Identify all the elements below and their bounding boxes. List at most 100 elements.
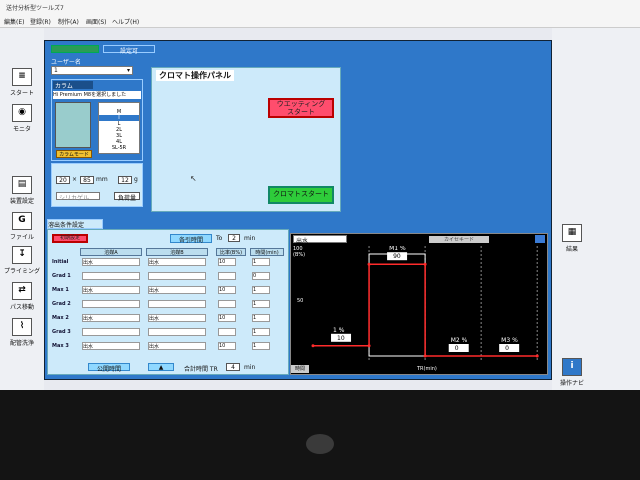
column-mode-button[interactable]: カラムモード <box>56 150 92 158</box>
operation-panel: クロマト操作パネル ウエッティング スタート クロマトスタート ↖ <box>151 67 341 212</box>
pipe-wash-label: 配管洗浄 <box>9 340 34 347</box>
priming-icon: ↧ <box>12 246 32 264</box>
right-toolbar: ▦ 結果 i 操作ナビ <box>552 28 640 390</box>
table-cell-a[interactable] <box>82 300 140 308</box>
public-time-button[interactable]: 公開時間 <box>88 363 130 373</box>
table-cell-ratio[interactable]: 10 <box>218 342 236 350</box>
weight-input[interactable]: 12 <box>118 176 132 184</box>
window-title: 送付分析型ツールズ7 <box>0 0 640 14</box>
table-cell-a[interactable]: 出水 <box>82 314 140 322</box>
table-cell-b[interactable] <box>148 272 206 280</box>
step-time-button[interactable]: 各引時間 <box>170 234 212 244</box>
priming-label: プライミング <box>4 268 41 275</box>
monitor-button[interactable]: ◉ モニタ <box>4 104 40 133</box>
chart-point <box>367 344 371 348</box>
conditions-panel: 初期設定 各引時間 To 2 min 溶媒A 溶媒B 比率(B%) 時間(min) In… <box>47 229 289 375</box>
table-cell-a[interactable] <box>82 328 140 336</box>
table-cell-time[interactable]: 1 <box>252 300 270 308</box>
chart-settings-icon[interactable] <box>535 235 545 243</box>
table-cell-ratio[interactable]: 10 <box>218 286 236 294</box>
chart-value: 0 <box>455 345 459 352</box>
result-icon: ▦ <box>562 224 582 242</box>
chart-xlabel: TR(min) <box>417 366 437 372</box>
info-icon: i <box>562 358 582 376</box>
table-cell-ratio[interactable] <box>218 300 236 308</box>
result-button[interactable]: ▦ 結果 <box>554 224 590 253</box>
column-dims-panel: 20 × 85 mm 12 g シリカゲル 負荷量 <box>51 163 143 207</box>
nav-button[interactable]: i 操作ナビ <box>554 358 590 387</box>
table-cell-a[interactable]: 出水 <box>82 258 140 266</box>
pipe-wash-icon: ⌇ <box>12 318 32 336</box>
table-row-label: Max 3 <box>52 343 69 349</box>
chart-point <box>423 354 427 358</box>
up-arrow-icon[interactable]: ▲ <box>148 363 174 371</box>
chart-legend-button[interactable]: カイセキード <box>429 236 489 243</box>
pipe-wash-button[interactable]: ⌇ 配管洗浄 <box>4 318 40 347</box>
user-value: 1 <box>54 67 58 74</box>
chart-solvent-select[interactable]: 出水 <box>293 235 347 245</box>
table-cell-b[interactable] <box>148 328 206 336</box>
table-cell-b[interactable]: 出水 <box>148 342 206 350</box>
chart-label: M3 % <box>501 337 518 344</box>
start-button[interactable]: ≡ スタート <box>4 68 40 97</box>
monitor-label: モニタ <box>12 126 31 133</box>
table-cell-time[interactable]: 1 <box>252 314 270 322</box>
device-settings-button[interactable]: ▤ 装置設定 <box>4 176 40 205</box>
column-size-list[interactable]: M I L 2L 3L 4L SL-5R <box>98 102 140 154</box>
wetting-start-button[interactable]: ウエッティング スタート <box>268 98 334 118</box>
chromato-start-button[interactable]: クロマトスタート <box>268 186 334 204</box>
initial-settings-button[interactable]: 初期設定 <box>52 234 88 243</box>
table-cell-ratio[interactable]: 10 <box>218 258 236 266</box>
table-cell-ratio[interactable] <box>218 272 236 280</box>
column-desc: Hi Premium M8を選択しました <box>53 91 141 99</box>
table-cell-b[interactable] <box>148 300 206 308</box>
table-cell-time[interactable]: 1 <box>252 342 270 350</box>
file-icon: G <box>12 212 32 230</box>
material-select[interactable]: シリカゲル <box>56 192 100 202</box>
menu-edit[interactable]: 編集(E) <box>4 17 24 26</box>
dim-times: × <box>72 176 78 183</box>
dim-unit: mm <box>96 176 108 183</box>
menu-bar: 編集(E) 登録(R) 制作(A) 画面(S) ヘルプ(H) <box>0 14 640 28</box>
menu-register[interactable]: 登録(R) <box>30 17 51 26</box>
user-select[interactable]: 1 ▾ <box>51 66 133 75</box>
list-item[interactable]: SL-5R <box>99 145 139 151</box>
table-cell-a[interactable]: 出水 <box>82 286 140 294</box>
chart-ytick-50: 50 <box>297 298 304 304</box>
device-settings-icon: ▤ <box>12 176 32 194</box>
load-button[interactable]: 負荷量 <box>114 192 140 202</box>
path-move-button[interactable]: ⇄ パス移動 <box>4 282 40 311</box>
table-cell-ratio[interactable]: 10 <box>218 314 236 322</box>
chart-point <box>535 354 539 358</box>
table-cell-b[interactable]: 出水 <box>148 286 206 294</box>
tab-settings[interactable]: 設定可 <box>103 45 155 55</box>
to-input[interactable]: 2 <box>228 234 240 242</box>
dim1-input[interactable]: 20 <box>56 176 70 184</box>
monitor-bezel <box>0 390 640 480</box>
table-header: 溶媒B <box>146 248 208 256</box>
file-button[interactable]: G ファイル <box>4 212 40 241</box>
table-cell-time[interactable]: 1 <box>252 286 270 294</box>
chart-time-button[interactable]: 時間 <box>291 365 309 373</box>
menu-help[interactable]: ヘルプ(H) <box>112 17 139 26</box>
dim2-input[interactable]: 85 <box>80 176 94 184</box>
table-cell-a[interactable] <box>82 272 140 280</box>
tab-left[interactable] <box>51 45 99 53</box>
priming-button[interactable]: ↧ プライミング <box>4 246 40 275</box>
table-cell-ratio[interactable] <box>218 328 236 336</box>
table-cell-a[interactable]: 出水 <box>82 342 140 350</box>
mouse-cursor-icon: ↖ <box>190 174 197 183</box>
chart-point <box>311 344 315 348</box>
table-cell-b[interactable]: 出水 <box>148 314 206 322</box>
table-cell-time[interactable]: 0 <box>252 272 270 280</box>
menu-screen[interactable]: 画面(S) <box>86 17 107 26</box>
table-cell-b[interactable]: 出水 <box>148 258 206 266</box>
table-row-label: Max 1 <box>52 287 69 293</box>
path-move-icon: ⇄ <box>12 282 32 300</box>
table-cell-time[interactable]: 1 <box>252 328 270 336</box>
table-row-label: Grad 1 <box>52 273 71 279</box>
table-cell-time[interactable]: 1 <box>252 258 270 266</box>
menu-produce[interactable]: 制作(A) <box>58 17 79 26</box>
file-label: ファイル <box>9 234 34 241</box>
conditions-tab[interactable]: 溶出条件設定 <box>47 219 103 229</box>
